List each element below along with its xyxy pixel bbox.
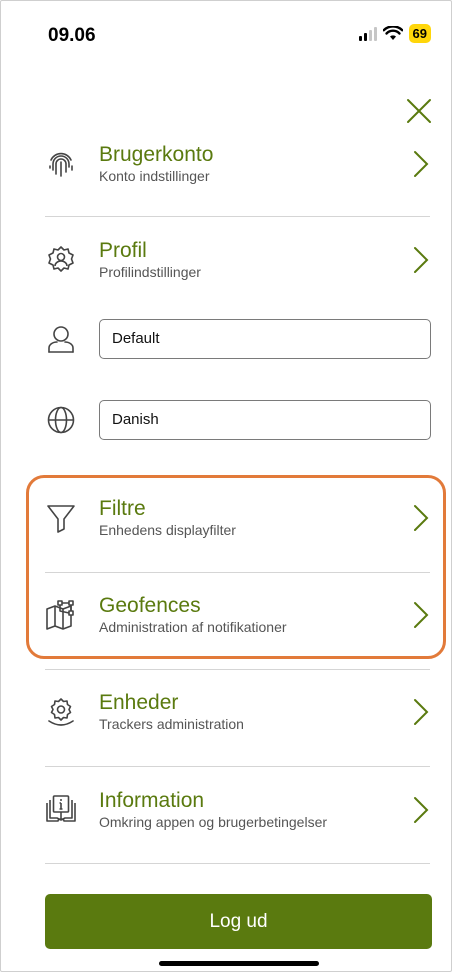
wifi-icon [382, 26, 403, 40]
menu-item-subtitle: Konto indstillinger [99, 168, 210, 184]
info-book-icon [45, 794, 77, 826]
menu-item-title: Profil [99, 239, 147, 262]
menu-item-geofences-text: Geofences Administration af notifikation… [99, 594, 287, 636]
menu-item-filters-text: Filtre Enhedens displayfilter [99, 497, 236, 539]
chevron-right-icon [414, 602, 429, 628]
globe-icon [47, 406, 75, 434]
menu-item-subtitle: Omkring appen og brugerbetingelser [99, 814, 328, 830]
menu-item-account[interactable]: Brugerkonto Konto indstillinger [45, 141, 430, 187]
language-select[interactable]: Danish [99, 400, 431, 440]
chevron-right-icon [414, 699, 429, 725]
home-indicator[interactable] [159, 961, 319, 966]
user-icon [48, 326, 74, 353]
menu-item-subtitle: Administration af notifikationer [99, 619, 287, 635]
menu-item-title: Enheder [99, 691, 179, 714]
profile-gear-icon [45, 244, 77, 276]
status-icons: 69 [358, 24, 431, 43]
battery-badge: 69 [408, 24, 431, 43]
divider [45, 863, 430, 864]
profile-select[interactable]: Default [99, 319, 431, 359]
fingerprint-icon [45, 148, 77, 180]
map-geofence-icon [45, 599, 77, 631]
divider [45, 669, 430, 670]
menu-item-profile-text: Profil Profilindstillinger [99, 239, 201, 281]
menu-item-devices-text: Enheder Trackers administration [99, 691, 244, 733]
chevron-right-icon [414, 797, 429, 823]
status-time: 09.06 [48, 25, 96, 46]
menu-item-subtitle: Trackers administration [99, 716, 244, 732]
app-frame: 09.06 69 Brugerkonto Konto indstillinger… [0, 0, 452, 972]
menu-item-account-text: Brugerkonto Konto indstillinger [99, 143, 213, 185]
menu-item-title: Information [99, 789, 205, 812]
logout-button[interactable]: Log ud [45, 894, 432, 949]
chevron-right-icon [414, 151, 429, 177]
status-bar: 09.06 69 [1, 1, 451, 71]
menu-item-title: Brugerkonto [99, 143, 214, 166]
close-icon[interactable] [405, 97, 433, 125]
device-gear-icon [45, 696, 77, 728]
divider [45, 216, 430, 217]
divider [45, 572, 430, 573]
menu-item-title: Geofences [99, 594, 201, 617]
menu-item-title: Filtre [99, 497, 146, 520]
signal-icon [358, 26, 377, 41]
divider [45, 766, 430, 767]
menu-item-filters[interactable]: Filtre Enhedens displayfilter [45, 495, 430, 541]
menu-item-subtitle: Enhedens displayfilter [99, 522, 236, 538]
menu-item-subtitle: Profilindstillinger [99, 264, 201, 280]
chevron-right-icon [414, 247, 429, 273]
menu-item-information-text: Information Omkring appen og brugerbetin… [99, 789, 327, 831]
chevron-right-icon [414, 505, 429, 531]
menu-item-profile[interactable]: Profil Profilindstillinger [45, 237, 430, 283]
menu-item-geofences[interactable]: Geofences Administration af notifikation… [45, 592, 430, 638]
menu-item-information[interactable]: Information Omkring appen og brugerbetin… [45, 787, 430, 833]
menu-item-devices[interactable]: Enheder Trackers administration [45, 689, 430, 735]
filter-icon [45, 502, 77, 534]
